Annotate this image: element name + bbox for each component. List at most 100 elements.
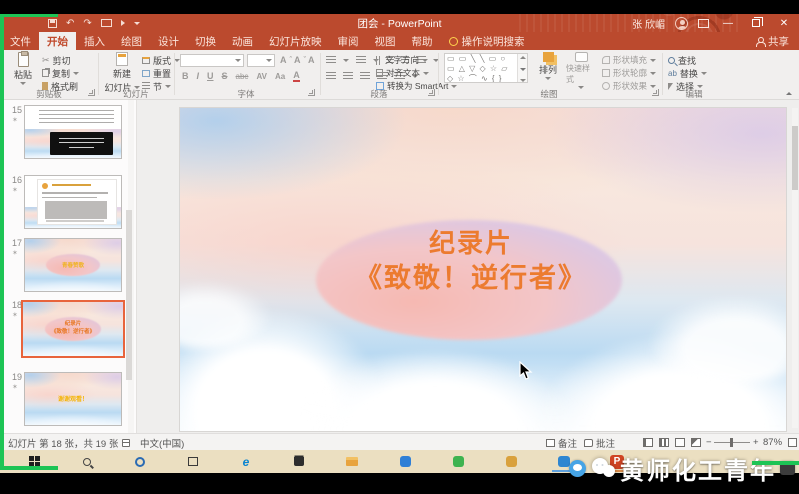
align-center-icon[interactable] <box>343 72 353 80</box>
quick-styles-button[interactable]: 快速样式 <box>566 52 596 89</box>
bold-button[interactable]: B <box>182 71 189 81</box>
app-button-2[interactable] <box>449 453 467 470</box>
ribbon-display-options-icon[interactable] <box>698 19 709 28</box>
cortana-button[interactable] <box>131 453 149 470</box>
restore-button[interactable] <box>747 14 765 32</box>
shape-fill-button[interactable]: 形状填充 <box>602 54 656 66</box>
tab-slideshow[interactable]: 幻灯片放映 <box>261 32 330 50</box>
underline-button[interactable]: U <box>207 71 214 81</box>
slide-sorter-view-icon[interactable] <box>659 438 669 447</box>
shape-outline-button[interactable]: 形状轮廓 <box>602 67 656 79</box>
align-right-icon[interactable] <box>360 72 370 80</box>
change-case-button[interactable]: Aa <box>275 72 285 81</box>
shapes-gallery[interactable]: ▭ ▭ ╲ ╲ ▭ ○ ▭ △ ▽ ◇ ☆ ▱ ◇ ☆ ⌒ ∿ { } <box>444 53 528 83</box>
comments-button[interactable]: 批注 <box>584 434 615 451</box>
signed-in-user[interactable]: 张 欣嵋 <box>632 16 665 31</box>
slide-thumbnail-16[interactable] <box>24 175 122 229</box>
app-button-1[interactable] <box>396 453 414 470</box>
font-color-button[interactable]: A <box>293 71 300 82</box>
app-button-4-running[interactable] <box>555 453 573 470</box>
tab-view[interactable]: 视图 <box>367 32 404 50</box>
edge-button[interactable]: e <box>237 453 255 470</box>
fit-to-window-button[interactable] <box>788 434 797 451</box>
shapes-more-icon[interactable] <box>520 79 526 82</box>
clear-format-button[interactable]: A <box>308 54 315 66</box>
shapes-gallery-scroll[interactable] <box>517 54 527 83</box>
tab-draw[interactable]: 绘图 <box>113 32 150 50</box>
tab-insert[interactable]: 插入 <box>76 32 113 50</box>
align-text-button[interactable]: 对齐文本 <box>376 67 429 79</box>
font-name-select[interactable] <box>180 54 244 67</box>
char-spacing-button[interactable]: AV <box>256 72 267 81</box>
zoom-level[interactable]: 87% <box>763 434 782 451</box>
paragraph-dialog-launcher[interactable] <box>428 89 435 96</box>
bullets-icon[interactable] <box>326 56 336 64</box>
find-button[interactable]: 查找 <box>668 54 696 66</box>
thumb-number: 18 <box>8 300 22 310</box>
language-indicator[interactable]: 中文(中国) <box>140 434 184 451</box>
tab-animations[interactable]: 动画 <box>224 32 261 50</box>
tell-me-box[interactable]: 操作说明搜索 <box>441 32 533 50</box>
reset-button[interactable]: 重置 <box>142 67 171 79</box>
slide-thumbnail-19[interactable]: 谢谢观看！ <box>24 372 122 426</box>
file-explorer-button[interactable] <box>343 453 361 470</box>
increase-font-button[interactable]: Aˆ <box>280 54 292 66</box>
tab-help[interactable]: 帮助 <box>404 32 441 50</box>
collapse-ribbon-icon[interactable] <box>786 92 792 95</box>
strike-button[interactable]: S <box>222 71 228 81</box>
paste-icon <box>18 52 29 67</box>
slide-thumbnail-15[interactable] <box>24 105 122 159</box>
taskbar-search-button[interactable] <box>78 453 96 470</box>
font-dialog-launcher[interactable] <box>308 89 315 96</box>
zoom-out-button[interactable]: − <box>706 434 712 451</box>
tab-transitions[interactable]: 切换 <box>187 32 224 50</box>
editor-vertical-scrollbar[interactable] <box>792 108 798 428</box>
numbering-icon[interactable] <box>356 56 366 64</box>
slide-thumbnail-18-selected[interactable]: 纪录片 《致敬！逆行者》 <box>21 300 125 358</box>
italic-button[interactable]: I <box>197 71 200 81</box>
tab-file[interactable]: 文件 <box>0 32 39 50</box>
slide-canvas[interactable]: 纪录片 《致敬！逆行者》 <box>180 108 786 431</box>
cut-button[interactable]: ✂剪切 <box>42 54 71 66</box>
powerpoint-taskbar-button[interactable]: P <box>608 453 626 470</box>
notes-button[interactable]: 备注 <box>546 434 577 451</box>
paste-button[interactable]: 粘贴 <box>8 52 38 85</box>
decrease-font-button[interactable]: Aˇ <box>294 54 306 66</box>
zoom-slider[interactable] <box>714 434 750 451</box>
replace-button[interactable]: ab替换 <box>668 67 707 79</box>
slideshow-view-icon[interactable] <box>691 438 701 447</box>
text-direction-button[interactable]: 文字方向 <box>376 54 428 66</box>
task-view-button[interactable] <box>184 453 202 470</box>
slide-title-text: 纪录片 《致敬！逆行者》 <box>276 226 666 296</box>
tab-home[interactable]: 开始 <box>39 32 76 50</box>
shapes-scroll-down-icon[interactable] <box>520 68 526 71</box>
reading-view-icon[interactable] <box>675 438 685 447</box>
clipboard-dialog-launcher[interactable] <box>88 89 95 96</box>
zoom-in-button[interactable]: + <box>753 434 759 451</box>
strikethrough-button[interactable]: abc <box>236 72 249 81</box>
animation-star-icon: ✶ <box>12 116 18 124</box>
search-icon <box>83 458 91 466</box>
minimize-button[interactable]: — <box>719 14 737 32</box>
quick-styles-label: 快速样式 <box>566 63 596 85</box>
arrange-button[interactable]: 排列 <box>534 52 562 80</box>
store-button[interactable] <box>290 453 308 470</box>
shapes-scroll-up-icon[interactable] <box>520 56 526 59</box>
thumbnail-scrollbar[interactable] <box>128 100 134 433</box>
slide-thumbnail-17[interactable]: 青春赞歌 <box>24 238 122 292</box>
spell-check-icon[interactable] <box>122 434 130 451</box>
font-size-select[interactable] <box>247 54 275 67</box>
app-button-3[interactable] <box>502 453 520 470</box>
drawing-dialog-launcher[interactable] <box>652 89 659 96</box>
close-button[interactable]: ✕ <box>775 14 793 32</box>
tab-review[interactable]: 审阅 <box>330 32 367 50</box>
tab-design[interactable]: 设计 <box>150 32 187 50</box>
share-button[interactable]: 共享 <box>748 32 799 50</box>
green-app-icon <box>453 456 464 467</box>
normal-view-icon[interactable] <box>643 438 653 447</box>
running-indicator <box>552 470 572 472</box>
user-avatar[interactable] <box>675 17 688 30</box>
copy-button[interactable]: 复制 <box>42 67 79 79</box>
zoom-slider-thumb[interactable] <box>730 438 733 447</box>
align-left-icon[interactable] <box>326 72 336 80</box>
